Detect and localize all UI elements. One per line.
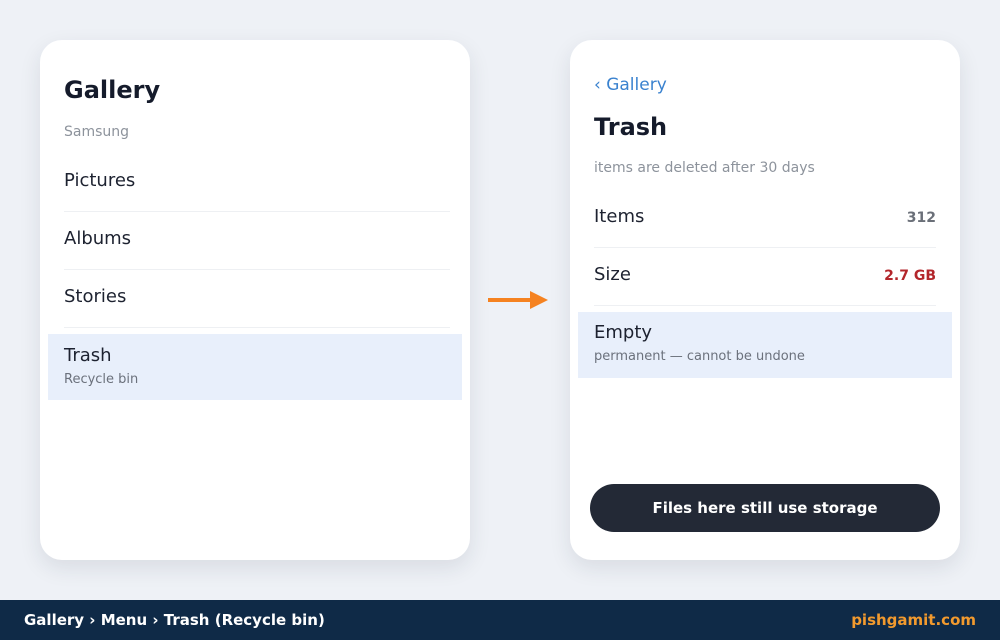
trash-screen-card: ‹ Gallery Trash items are deleted after … xyxy=(570,40,960,560)
back-link-gallery[interactable]: ‹ Gallery xyxy=(594,75,667,95)
gallery-title: Gallery xyxy=(64,76,161,104)
menu-item-label: Albums xyxy=(64,228,132,249)
empty-action-sublabel: permanent — cannot be undone xyxy=(594,349,805,364)
size-value: 2.7 GB xyxy=(884,268,936,284)
gallery-menu-card: Gallery Samsung Pictures Albums Stories … xyxy=(40,40,470,560)
trash-title: Trash xyxy=(594,113,668,141)
menu-item-stories[interactable]: Stories xyxy=(64,270,450,328)
row-items: Items 312 xyxy=(594,190,936,248)
row-label: Items xyxy=(594,206,645,227)
menu-item-albums[interactable]: Albums xyxy=(64,212,450,270)
breadcrumb: Gallery › Menu › Trash (Recycle bin) xyxy=(24,611,325,629)
brand-label: pishgamit.com xyxy=(851,611,976,629)
menu-item-label: Trash xyxy=(64,345,112,366)
empty-trash-action[interactable]: Empty permanent — cannot be undone xyxy=(578,312,952,378)
arrow-right-icon xyxy=(488,291,548,309)
row-size: Size 2.7 GB xyxy=(594,248,936,306)
empty-action-label: Empty xyxy=(594,322,653,343)
menu-item-trash[interactable]: Trash Recycle bin xyxy=(48,334,462,400)
trash-subtitle: items are deleted after 30 days xyxy=(594,160,815,176)
gallery-subtitle: Samsung xyxy=(64,124,130,140)
menu-item-sublabel: Recycle bin xyxy=(64,372,139,387)
items-count-value: 312 xyxy=(906,210,936,226)
storage-info-button[interactable]: Files here still use storage xyxy=(590,484,940,532)
footer-bar: Gallery › Menu › Trash (Recycle bin) pis… xyxy=(0,600,1000,640)
menu-item-pictures[interactable]: Pictures xyxy=(64,154,450,212)
menu-item-label: Stories xyxy=(64,286,127,307)
row-label: Size xyxy=(594,264,631,285)
menu-item-label: Pictures xyxy=(64,170,136,191)
